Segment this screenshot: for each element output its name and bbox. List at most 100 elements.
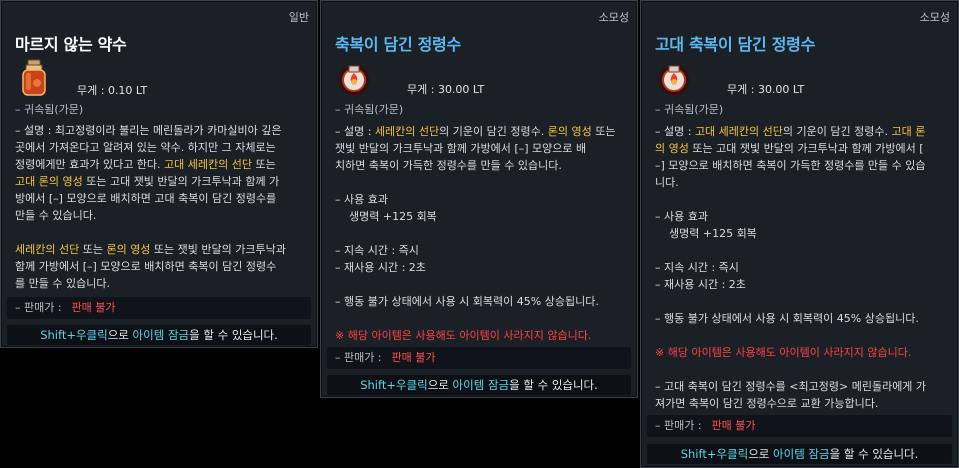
description-segment: 의 영성	[655, 142, 689, 155]
description-segment: 곳에서 가져온다고 알려져 있는 약수. 하지만 그 자체로는	[15, 141, 276, 154]
sale-price-row: – 판매가 : 판매 불가	[647, 415, 952, 437]
description-segment: – 설명 : 최고정령이라 불리는 메린돌라가 카마실비아 깊은	[15, 124, 282, 137]
description-segment: 만들 수 있습니다.	[15, 209, 97, 222]
description-segment: 고대 세레칸의 선단	[164, 158, 252, 171]
bound-status: – 귀속됨(가문)	[15, 103, 84, 116]
description-segment: – 지속 시간 : 즉시	[655, 261, 739, 274]
description-line: –] 모양으로 배치하면 축복이 가득한 정령수를 만들 수 있습	[655, 157, 926, 174]
lock-hint-segment: 으로	[107, 328, 133, 342]
description-line: 세레칸의 선단 또는 론의 영성 또는 잿빛 반달의 가크투낙과	[15, 241, 286, 258]
sale-price-row: – 판매가 : 판매 불가	[7, 297, 311, 319]
description-segment: 세레칸의 선단	[374, 125, 440, 138]
item-description: – 설명 : 최고정령이라 불리는 메린돌라가 카마실비아 깊은곳에서 가져온다…	[15, 122, 286, 292]
item-description: – 설명 : 고대 세레칸의 선단의 기운이 담긴 정령수. 고대 론의 영성 …	[655, 123, 926, 412]
bound-status: – 귀속됨(가문)	[655, 103, 724, 116]
item-weight: 무게 : 30.00 LT	[727, 83, 805, 96]
description-line	[15, 224, 286, 241]
lock-hint-segment: 으로	[748, 447, 774, 461]
sale-price-value: 판매 불가	[391, 351, 436, 364]
spirit-water-flask-icon	[339, 65, 369, 95]
description-line: 곳에서 가져온다고 알려져 있는 약수. 하지만 그 자체로는	[15, 139, 286, 156]
description-line: 의 영성 또는 고대 잿빛 반달의 가크투낙과 함께 가방에서 [	[655, 140, 926, 157]
description-segment: 치하면 축복이 가득한 정령수를 만들 수 있습니다.	[335, 159, 562, 172]
description-segment: ※ 해당 아이템은 사용해도 아이템이 사라지지 않습니다.	[655, 346, 912, 359]
description-segment: 고대 론의 영성	[15, 175, 83, 188]
description-line: – 설명 : 고대 세레칸의 선단의 기운이 담긴 정령수. 고대 론	[655, 123, 926, 140]
description-segment: 또는 고대 잿빛 반달의 가크투낙과 함께 가	[82, 175, 280, 188]
description-line	[655, 293, 926, 310]
description-segment: 함께 가방에서 [–] 모양으로 배치하면 축복이 담긴 정령수	[15, 260, 277, 273]
lock-hint-segment: 아이템 잠금	[452, 378, 510, 392]
sale-price-value: 판매 불가	[71, 301, 116, 314]
description-line	[655, 361, 926, 378]
description-line	[335, 225, 615, 242]
description-segment: – 지속 시간 : 즉시	[335, 244, 419, 257]
description-segment: –] 모양으로 배치하면 축복이 가득한 정령수를 만들 수 있습	[655, 159, 926, 172]
description-segment: – 사용 효과	[335, 193, 388, 206]
description-line: ※ 해당 아이템은 사용해도 아이템이 사라지지 않습니다.	[335, 327, 615, 344]
description-segment: 론의 영성	[106, 243, 151, 256]
description-segment: 또는	[252, 158, 276, 171]
description-line: ※ 해당 아이템은 사용해도 아이템이 사라지지 않습니다.	[655, 344, 926, 361]
sale-price-label: – 판매가 :	[335, 351, 382, 364]
description-line: 생명력 +125 회복	[335, 208, 615, 225]
lock-hint-segment: 아이템 잠금	[773, 447, 830, 461]
description-line	[335, 174, 615, 191]
description-line	[335, 310, 615, 327]
description-segment: 또는	[79, 243, 107, 256]
item-tooltip-panel: 소모성 축복이 담긴 정령수 무게 : 30.00 LT – 귀속됨(가문) –…	[320, 0, 638, 398]
item-type-label: 일반	[288, 11, 309, 24]
description-line: – 사용 효과	[335, 191, 615, 208]
item-tooltip-panel: 일반 마르지 않는 약수 무게 : 0.10 LT – 귀속됨(가문) – 설명…	[0, 0, 318, 348]
description-segment: – 설명 :	[655, 125, 695, 138]
description-segment: – 행동 불가 상태에서 사용 시 회복력이 45% 상승됩니다.	[335, 295, 599, 308]
lock-hint-segment: Shift+우클릭	[680, 447, 749, 461]
description-segment: 잿빛 반달의 가크투낙과 함께 가방에서 [–] 모양으로 배	[335, 142, 587, 155]
description-line: 생명력 +125 회복	[655, 225, 926, 242]
item-type-label: 소모성	[598, 11, 629, 24]
bound-status: – 귀속됨(가문)	[335, 103, 404, 116]
description-segment: – 사용 효과	[655, 210, 708, 223]
description-segment: 또는	[591, 125, 616, 138]
lock-hint-segment: Shift+우클릭	[360, 378, 428, 392]
description-segment: 또는 잿빛 반달의 가크투낙과	[150, 243, 286, 256]
description-segment: 져가면 축복이 담긴 정령수으로 교환 가능합니다.	[655, 397, 879, 410]
description-segment: – 고대 축복이 담긴 정령수를 <최고정령> 메린돌라에게 가	[655, 380, 927, 393]
item-title: 고대 축복이 담긴 정령수	[655, 35, 816, 54]
description-segment: – 재사용 시간 : 2초	[335, 261, 426, 274]
item-weight: 무게 : 0.10 LT	[77, 84, 148, 97]
description-line	[655, 242, 926, 259]
potion-bottle-icon	[22, 59, 46, 96]
description-line: 니다.	[655, 174, 926, 191]
description-line: – 설명 : 세레칸의 선단의 기운이 담긴 정령수. 론의 영성 또는	[335, 123, 615, 140]
description-line: – 행동 불가 상태에서 사용 시 회복력이 45% 상승됩니다.	[655, 310, 926, 327]
description-segment: 의 기운이 담긴 정령수.	[782, 125, 892, 138]
item-tooltip-panel: 소모성 고대 축복이 담긴 정령수 무게 : 30.00 LT – 귀속됨(가문…	[640, 0, 959, 468]
item-description: – 설명 : 세레칸의 선단의 기운이 담긴 정령수. 론의 영성 또는잿빛 반…	[335, 123, 615, 344]
description-line: – 설명 : 최고정령이라 불리는 메린돌라가 카마실비아 깊은	[15, 122, 286, 139]
sale-price-label: – 판매가 :	[15, 301, 62, 314]
description-segment: ※ 해당 아이템은 사용해도 아이템이 사라지지 않습니다.	[335, 329, 592, 342]
lock-hint-segment: 아이템 잠금	[132, 328, 190, 342]
description-segment: 를 만들 수 있습니다.	[15, 277, 110, 290]
item-lock-hint: Shift+우클릭으로 아이템 잠금을 할 수 있습니다.	[647, 444, 952, 464]
description-line: 잿빛 반달의 가크투낙과 함께 가방에서 [–] 모양으로 배	[335, 140, 615, 157]
description-segment: 정령에게만 효과가 있다고 한다.	[15, 158, 165, 171]
lock-hint-segment: 을 할 수 있습니다.	[829, 447, 919, 461]
description-line: – 재사용 시간 : 2초	[335, 259, 615, 276]
description-line: 정령에게만 효과가 있다고 한다. 고대 세레칸의 선단 또는	[15, 156, 286, 173]
description-line: – 재사용 시간 : 2초	[655, 276, 926, 293]
description-segment: 니다.	[655, 176, 679, 189]
lock-hint-segment: 으로	[427, 378, 453, 392]
item-lock-hint: Shift+우클릭으로 아이템 잠금을 할 수 있습니다.	[7, 325, 311, 345]
description-line: 를 만들 수 있습니다.	[15, 275, 286, 292]
description-line: – 지속 시간 : 즉시	[335, 242, 615, 259]
description-segment: – 재사용 시간 : 2초	[655, 278, 746, 291]
description-segment: 론의 영성	[547, 125, 592, 138]
lock-hint-segment: 을 할 수 있습니다.	[189, 328, 278, 342]
description-segment: 의 기운이 담긴 정령수.	[439, 125, 548, 138]
description-segment: 고대 론	[891, 125, 926, 138]
description-line: 져가면 축복이 담긴 정령수으로 교환 가능합니다.	[655, 395, 926, 412]
sale-price-row: – 판매가 : 판매 불가	[327, 347, 631, 369]
description-line: – 사용 효과	[655, 208, 926, 225]
